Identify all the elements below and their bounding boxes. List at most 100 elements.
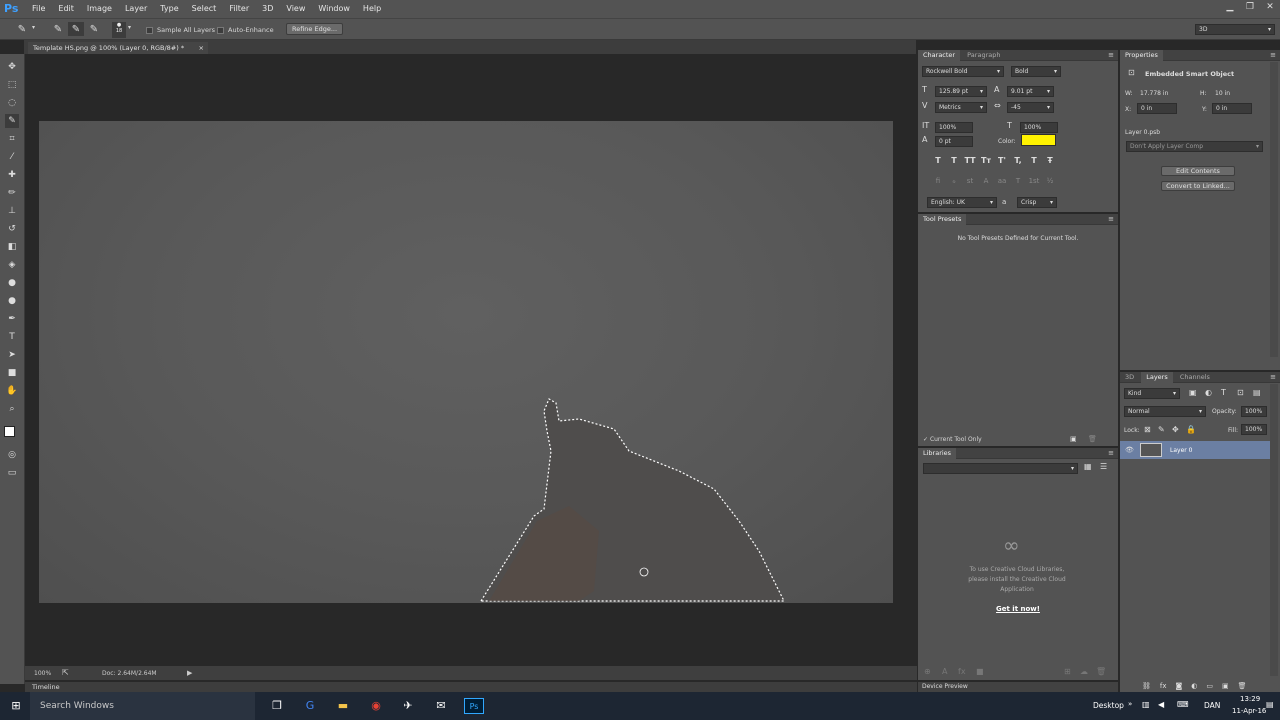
layer-row[interactable]: 👁 Layer 0 [1120, 441, 1270, 459]
file-explorer-icon[interactable]: ▬ [335, 698, 351, 714]
document-tab[interactable]: Template HS.png @ 100% (Layer 0, RGB/8#)… [28, 42, 208, 54]
new-preset-icon[interactable]: ▣ [1070, 435, 1077, 443]
lock-all-icon[interactable]: 🔒 [1186, 425, 1196, 434]
type-tool-icon[interactable]: T [5, 330, 19, 344]
library-cloud-icon[interactable]: ☁ [1080, 667, 1088, 676]
library-add-graphic-icon[interactable]: ⊕ [924, 667, 931, 676]
quick-mask-icon[interactable]: ◎ [5, 448, 19, 462]
auto-enhance-checkbox[interactable]: Auto-Enhance [217, 26, 274, 34]
language-indicator[interactable]: DAN [1204, 701, 1220, 710]
edit-contents-button[interactable]: Edit Contents [1161, 166, 1235, 176]
search-windows-input[interactable]: Search Windows [30, 692, 255, 720]
subtract-selection-icon[interactable]: ✎ [86, 22, 102, 36]
panel-menu-icon[interactable]: ≡ [1108, 448, 1114, 459]
menu-select[interactable]: Select [192, 4, 217, 13]
filter-pixel-icon[interactable]: ▣ [1189, 388, 1197, 397]
library-sync-icon[interactable]: ⊞ [1064, 667, 1071, 676]
font-style-button[interactable]: T, [1010, 156, 1026, 165]
layer-style-icon[interactable]: fx [1160, 682, 1167, 690]
lock-transparent-icon[interactable]: ⊠ [1144, 425, 1151, 434]
library-add-color-icon[interactable]: ■ [976, 667, 984, 676]
keyboard-icon[interactable]: ⌨ [1177, 700, 1189, 709]
width-value[interactable]: 17.778 in [1140, 90, 1168, 97]
properties-scrollbar[interactable] [1270, 62, 1278, 357]
opentype-button[interactable]: st [962, 177, 978, 185]
panel-menu-icon[interactable]: ≡ [1270, 372, 1276, 383]
history-brush-icon[interactable]: ↺ [5, 222, 19, 236]
layer-visibility-eye-icon[interactable]: 👁 [1125, 446, 1134, 454]
foreground-color-swatch[interactable] [4, 426, 15, 437]
clock-time[interactable]: 13:29 [1240, 695, 1260, 703]
horizontal-scale-field[interactable]: 100% [1020, 122, 1058, 133]
tool-presets-title[interactable]: Tool Presets [918, 214, 967, 225]
add-mask-icon[interactable]: ◙ [1176, 682, 1183, 690]
leading-field[interactable]: 9.01 pt [1007, 86, 1054, 97]
menu-view[interactable]: View [286, 4, 305, 13]
font-size-field[interactable]: 125.89 pt [935, 86, 987, 97]
list-view-icon[interactable]: ☰ [1100, 462, 1107, 471]
google-icon[interactable]: G [302, 698, 318, 714]
lasso-tool-icon[interactable]: ◌ [5, 96, 19, 110]
network-icon[interactable]: ▥ [1142, 700, 1150, 709]
font-style-button[interactable]: T' [994, 156, 1010, 165]
filter-shape-icon[interactable]: ⊡ [1237, 388, 1244, 397]
x-field[interactable]: 0 in [1137, 103, 1177, 114]
screen-mode-icon[interactable]: ▭ [5, 466, 19, 480]
opentype-button[interactable]: ℴ [946, 177, 962, 185]
layer-comp-dropdown[interactable]: Don't Apply Layer Comp [1126, 141, 1263, 152]
font-style-button[interactable]: T [930, 156, 946, 165]
opentype-button[interactable]: aa [994, 177, 1010, 185]
tab-3d[interactable]: 3D [1120, 372, 1139, 383]
move-tool-icon[interactable]: ✥ [5, 60, 19, 74]
blend-mode-dropdown[interactable]: Normal [1124, 406, 1206, 417]
task-view-icon[interactable]: ❐ [269, 698, 285, 714]
tab-character[interactable]: Character [918, 50, 961, 61]
library-dropdown[interactable] [923, 463, 1078, 474]
mail-icon[interactable]: ✉ [433, 698, 449, 714]
height-value[interactable]: 10 in [1215, 90, 1230, 97]
language-dropdown[interactable]: English: UK [927, 197, 997, 208]
baseline-shift-field[interactable]: 0 pt [935, 136, 973, 147]
font-style-button[interactable]: Ŧ [1042, 156, 1058, 165]
library-add-fx-icon[interactable]: fx [958, 667, 966, 676]
menu-edit[interactable]: Edit [58, 4, 74, 13]
opentype-button[interactable]: ½ [1042, 177, 1058, 185]
antialias-dropdown[interactable]: Crisp [1017, 197, 1057, 208]
panel-menu-icon[interactable]: ≡ [1108, 214, 1114, 225]
healing-brush-icon[interactable]: ✚ [5, 168, 19, 182]
clock-date[interactable]: 11-Apr-16 [1232, 707, 1266, 715]
menu-type[interactable]: Type [160, 4, 178, 13]
eyedropper-tool-icon[interactable]: ⁄ [5, 150, 19, 164]
opentype-button[interactable]: fi [930, 177, 946, 185]
menu-filter[interactable]: Filter [229, 4, 249, 13]
filter-smart-object-icon[interactable]: ▤ [1253, 388, 1261, 397]
volume-icon[interactable]: ◀ [1158, 700, 1164, 709]
eraser-tool-icon[interactable]: ◧ [5, 240, 19, 254]
add-to-selection-icon[interactable]: ✎ [68, 22, 84, 36]
new-layer-icon[interactable]: ▣ [1222, 682, 1229, 690]
pen-tool-icon[interactable]: ✒ [5, 312, 19, 326]
menu-image[interactable]: Image [87, 4, 112, 13]
sample-all-layers-checkbox[interactable]: Sample All Layers [146, 26, 215, 34]
minimize-button[interactable]: ▁ [1220, 0, 1240, 18]
menu-layer[interactable]: Layer [125, 4, 147, 13]
tracking-field[interactable]: -45 [1007, 102, 1054, 113]
quick-selection-tool-icon[interactable]: ✎ [5, 114, 19, 128]
tray-overflow-icon[interactable]: » [1128, 700, 1132, 708]
tab-layers[interactable]: Layers [1141, 372, 1173, 383]
font-style-button[interactable]: T [1026, 156, 1042, 165]
crop-tool-icon[interactable]: ⌗ [5, 132, 19, 146]
convert-to-linked-button[interactable]: Convert to Linked... [1161, 181, 1235, 191]
pinned-app-icon[interactable]: ✈ [400, 698, 416, 714]
windows-start-icon[interactable]: ⊞ [8, 698, 24, 714]
tab-paragraph[interactable]: Paragraph [962, 50, 1005, 61]
menu-file[interactable]: File [32, 4, 45, 13]
get-it-now-link[interactable]: Get it now! [918, 605, 1118, 613]
adjustment-layer-icon[interactable]: ◐ [1191, 682, 1197, 690]
font-style-button[interactable]: Tт [978, 156, 994, 165]
tool-preset-dropdown-icon[interactable]: ▾ [32, 24, 35, 31]
text-color-swatch[interactable] [1021, 134, 1056, 146]
brush-tool-icon[interactable]: ✏ [5, 186, 19, 200]
lock-position-icon[interactable]: ✥ [1172, 425, 1179, 434]
font-style-button[interactable]: TT [962, 156, 978, 165]
